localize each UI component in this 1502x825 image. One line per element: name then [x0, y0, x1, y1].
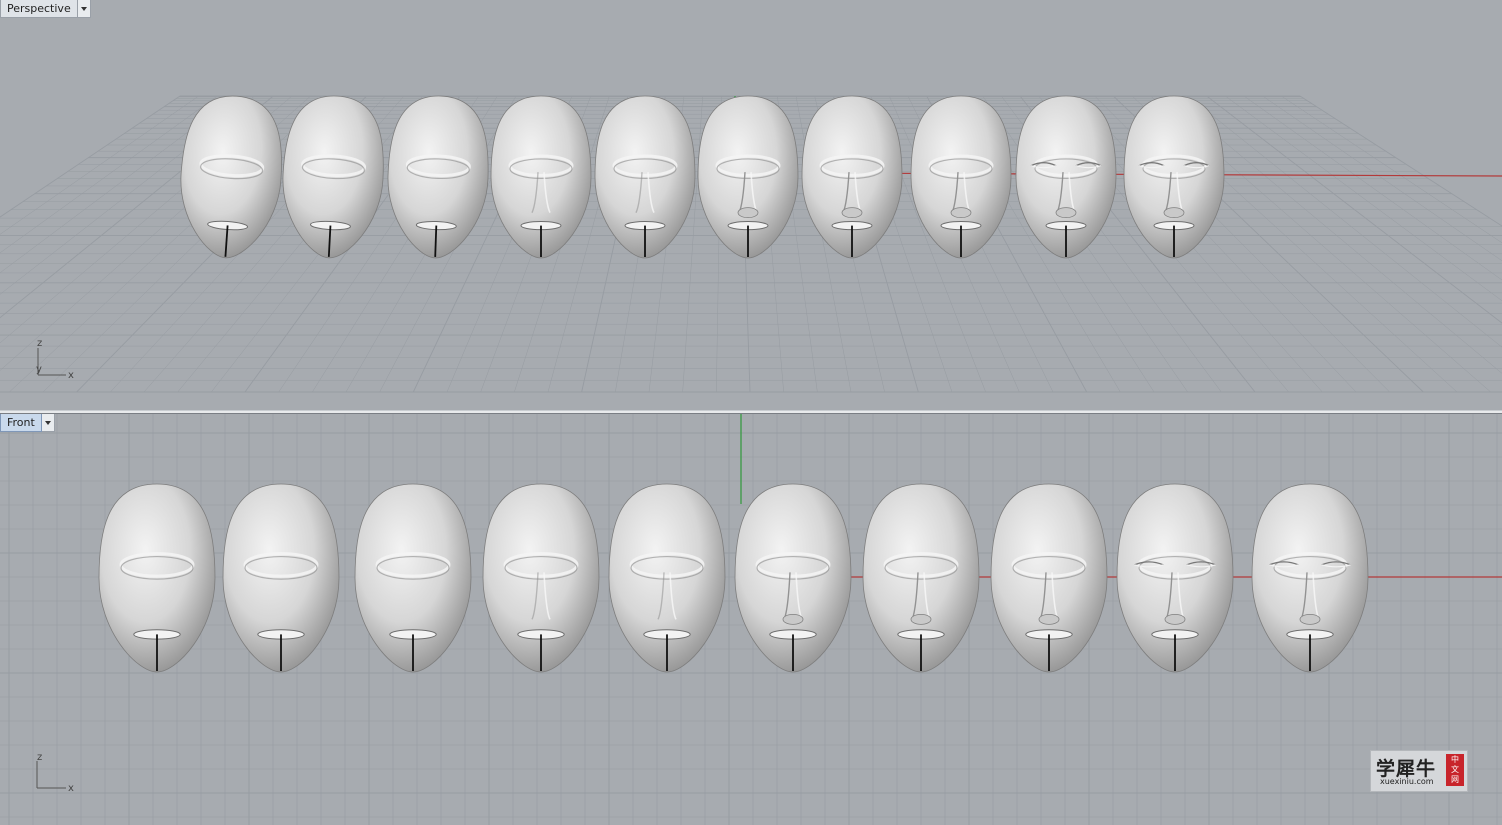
- face-model[interactable]: [594, 95, 696, 259]
- axis-z-label: z: [37, 752, 42, 763]
- watermark-logo: 学犀牛 xuexiniu.com 中文网: [1370, 750, 1468, 792]
- front-face-models: [98, 483, 1369, 673]
- front-canvas[interactable]: z x: [0, 414, 1502, 825]
- face-model[interactable]: [175, 93, 286, 262]
- viewport-menu-dropdown-icon[interactable]: [77, 0, 91, 18]
- front-viewport-label[interactable]: Front: [0, 414, 42, 432]
- perspective-viewport[interactable]: Perspective z y x: [0, 0, 1502, 410]
- face-model[interactable]: [697, 95, 799, 259]
- perspective-viewport-label[interactable]: Perspective: [0, 0, 78, 18]
- face-model[interactable]: [482, 483, 600, 673]
- axis-widget-icon: z x: [36, 752, 74, 794]
- face-model[interactable]: [734, 483, 852, 673]
- axis-y-label: y: [36, 364, 42, 375]
- face-model[interactable]: [385, 94, 491, 259]
- face-model[interactable]: [222, 483, 340, 673]
- perspective-viewport-tab[interactable]: Perspective: [0, 0, 91, 18]
- axis-z-label: z: [37, 338, 42, 349]
- axis-x-label: x: [68, 370, 74, 381]
- face-model[interactable]: [1123, 95, 1225, 259]
- face-model[interactable]: [354, 483, 472, 673]
- face-model[interactable]: [910, 95, 1012, 259]
- watermark-seal: 中文网: [1446, 754, 1464, 786]
- perspective-canvas[interactable]: z y x: [0, 0, 1502, 410]
- perspective-face-models: [175, 93, 1225, 262]
- viewport-menu-dropdown-icon[interactable]: [41, 414, 55, 432]
- axis-widget-icon: z y x: [36, 338, 74, 381]
- face-model[interactable]: [1015, 95, 1117, 259]
- face-model[interactable]: [1251, 483, 1369, 673]
- face-model[interactable]: [1116, 483, 1234, 673]
- face-model[interactable]: [990, 483, 1108, 673]
- face-model[interactable]: [862, 483, 980, 673]
- front-viewport-tab[interactable]: Front: [0, 414, 55, 432]
- face-model[interactable]: [490, 95, 592, 259]
- face-model[interactable]: [98, 483, 216, 673]
- watermark-url: xuexiniu.com: [1380, 777, 1434, 786]
- face-model[interactable]: [801, 95, 903, 259]
- face-model[interactable]: [608, 483, 726, 673]
- axis-x-label: x: [68, 783, 74, 794]
- front-viewport[interactable]: Front z x: [0, 414, 1502, 825]
